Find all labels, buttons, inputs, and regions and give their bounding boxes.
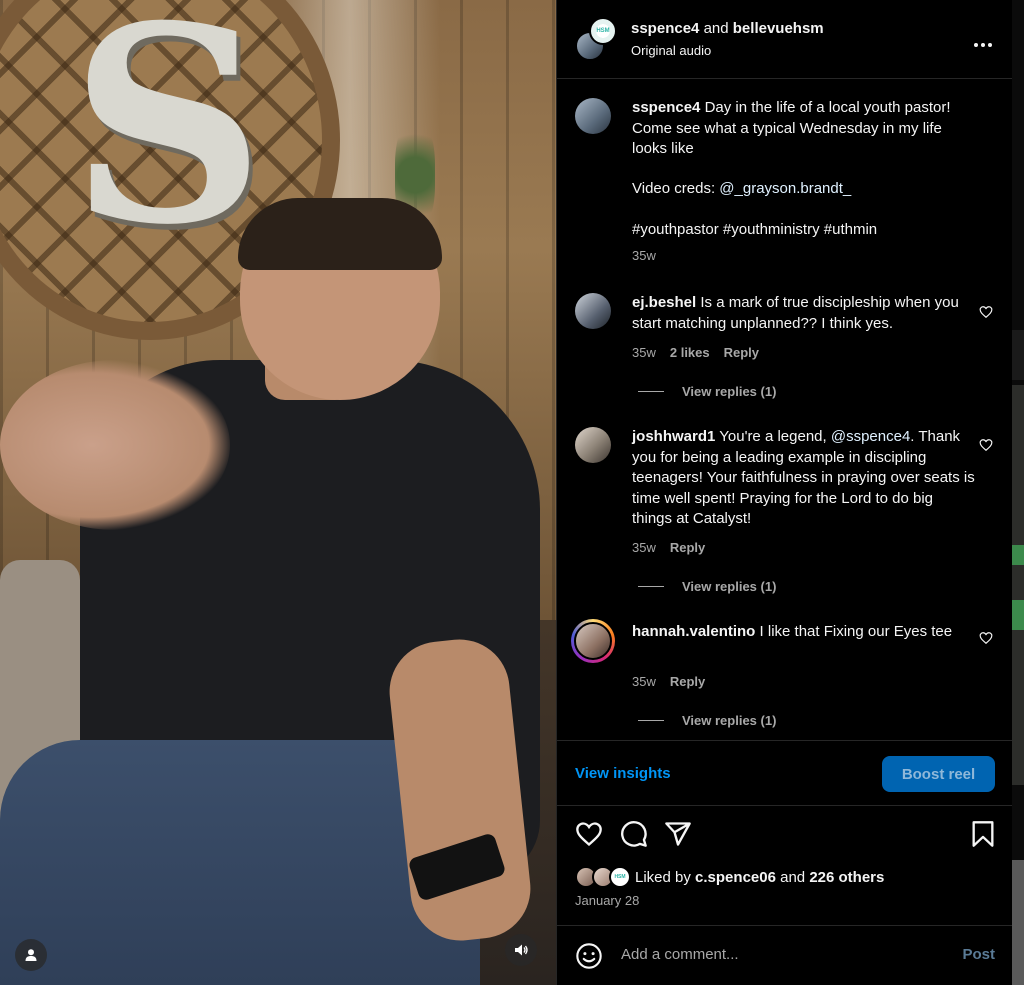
- reply-button[interactable]: Reply: [724, 345, 759, 360]
- view-insights-link[interactable]: View insights: [575, 765, 671, 782]
- comment-mention[interactable]: @sspence4: [831, 428, 910, 445]
- avatar[interactable]: [575, 98, 611, 134]
- reply-button[interactable]: Reply: [670, 674, 705, 689]
- divider: [638, 720, 664, 721]
- view-replies-label: View replies (1): [682, 579, 777, 594]
- audio-toggle-button[interactable]: [505, 934, 537, 966]
- decor-letter-s: S: [70, 0, 265, 284]
- post-comment-button[interactable]: Post: [962, 946, 995, 963]
- comment-text: You're a legend,: [719, 428, 827, 445]
- heart-icon[interactable]: [979, 438, 993, 452]
- caption-creds-mention[interactable]: @_grayson.brandt_: [719, 180, 851, 197]
- comment-item: ej.beshel Is a mark of true discipleship…: [575, 293, 995, 413]
- story-ring-avatar[interactable]: [571, 619, 615, 663]
- post-actions: [557, 820, 1013, 850]
- comment-input[interactable]: Add a comment...: [621, 946, 739, 963]
- caption-hashtags[interactable]: #youthpastor #youthministry #uthmin: [632, 220, 976, 241]
- tagged-users-button[interactable]: [15, 939, 47, 971]
- likes-prefix: Liked by: [635, 868, 691, 886]
- emoji-icon[interactable]: [575, 942, 603, 970]
- likes-others-link[interactable]: 226 others: [809, 869, 884, 886]
- background-fragment: [1012, 385, 1024, 785]
- comment-username[interactable]: hannah.valentino: [632, 623, 755, 640]
- person-hair: [238, 198, 442, 270]
- post-header: HSM sspence4 and bellevuehsm Original au…: [557, 0, 1013, 79]
- comment-time: 35w: [632, 540, 656, 555]
- background-fragment: [1012, 600, 1024, 630]
- view-replies-label: View replies (1): [682, 713, 777, 728]
- avatar[interactable]: [575, 427, 611, 463]
- caption-time: 35w: [632, 248, 656, 263]
- more-horizontal-icon: [974, 43, 992, 47]
- author-username[interactable]: sspence4: [631, 20, 699, 37]
- reel-video[interactable]: S: [0, 0, 556, 985]
- comment-item: hannah.valentino I like that Fixing our …: [571, 619, 995, 740]
- comment-likes[interactable]: 2 likes: [670, 345, 710, 360]
- view-replies-button[interactable]: View replies (1): [638, 384, 776, 399]
- collab-username[interactable]: bellevuehsm: [733, 20, 824, 37]
- background-fragment: [1012, 860, 1024, 985]
- insights-bar: View insights Boost reel: [557, 740, 1013, 806]
- bookmark-icon[interactable]: [969, 820, 997, 848]
- heart-icon[interactable]: [979, 631, 993, 645]
- speaker-icon: [515, 944, 528, 956]
- comment-time: 35w: [632, 345, 656, 360]
- heart-icon[interactable]: [575, 820, 603, 848]
- comment-text: I like that Fixing our Eyes tee: [759, 623, 953, 640]
- comment-composer: Add a comment... Post: [557, 925, 1013, 985]
- likes-and: and: [780, 868, 806, 886]
- author-conjunction: and: [703, 20, 729, 37]
- comment-icon[interactable]: [620, 820, 648, 848]
- divider: [638, 586, 664, 587]
- more-options-button[interactable]: [973, 28, 993, 54]
- avatar: [574, 622, 612, 660]
- background-fragment: [1012, 330, 1024, 380]
- person-raised-hand: [0, 360, 230, 530]
- collab-avatars[interactable]: HSM: [575, 17, 619, 61]
- share-icon[interactable]: [664, 820, 692, 848]
- background-page-strip: [1012, 0, 1024, 985]
- caption-username[interactable]: sspence4: [632, 99, 700, 116]
- caption: sspence4 Day in the life of a local yout…: [575, 98, 995, 268]
- avatar: HSM: [609, 866, 631, 888]
- user-profile-icon: [25, 949, 37, 961]
- audio-link[interactable]: Original audio: [631, 43, 824, 58]
- collab-avatar: HSM: [589, 17, 617, 45]
- boost-reel-button[interactable]: Boost reel: [882, 756, 995, 792]
- post-panel: HSM sspence4 and bellevuehsm Original au…: [556, 0, 1013, 985]
- view-replies-button[interactable]: View replies (1): [638, 579, 776, 594]
- comments-section[interactable]: sspence4 Day in the life of a local yout…: [557, 80, 1013, 740]
- comment-time: 35w: [632, 674, 656, 689]
- liker-badge-text: HSM: [614, 874, 626, 880]
- post-date: January 28: [575, 893, 640, 908]
- comment-username[interactable]: joshhward1: [632, 428, 715, 445]
- comment-username[interactable]: ej.beshel: [632, 294, 696, 311]
- caption-creds-label: Video creds:: [632, 180, 716, 197]
- liker-username[interactable]: c.spence06: [695, 869, 776, 886]
- divider: [638, 391, 664, 392]
- view-replies-button[interactable]: View replies (1): [638, 713, 776, 728]
- view-replies-label: View replies (1): [682, 384, 777, 399]
- reply-button[interactable]: Reply: [670, 540, 705, 555]
- collab-badge-text: HSM: [596, 28, 610, 34]
- liker-avatars[interactable]: HSM: [575, 866, 633, 888]
- background-fragment: [1012, 545, 1024, 565]
- comment-item: joshhward1 You're a legend, @sspence4. T…: [575, 427, 995, 627]
- avatar[interactable]: [575, 293, 611, 329]
- likes-summary: HSM Liked by c.spence06 and 226 others: [575, 866, 884, 888]
- heart-icon[interactable]: [979, 305, 993, 319]
